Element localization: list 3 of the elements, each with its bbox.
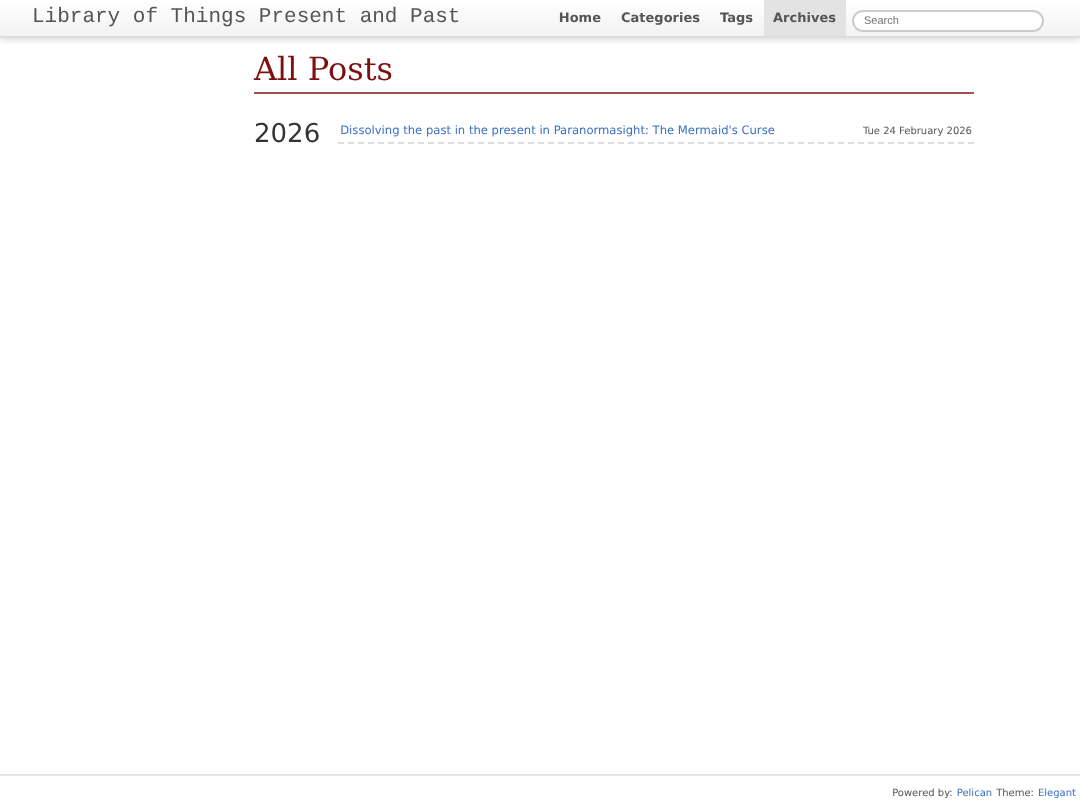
page-title: All Posts xyxy=(254,50,974,94)
site-title[interactable]: Library of Things Present and Past xyxy=(32,6,461,30)
year-heading: 2026 xyxy=(254,122,321,148)
